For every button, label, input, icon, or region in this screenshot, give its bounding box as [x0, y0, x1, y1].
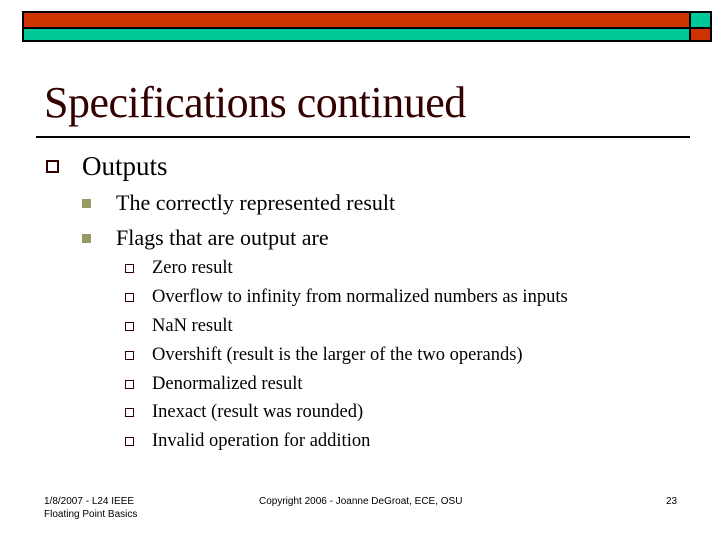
flag-list-item: Zero result — [125, 254, 233, 283]
flag-list-item: NaN result — [125, 312, 233, 341]
hollow-square-bullet-icon — [125, 264, 134, 273]
flag-text: Overshift (result is the larger of the t… — [152, 345, 523, 365]
bullet-item-outputs: Outputs — [46, 150, 168, 182]
hollow-square-bullet-icon — [125, 437, 134, 446]
footer-date-course: 1/8/2007 - L24 IEEE Floating Point Basic… — [44, 495, 137, 521]
page-number: 23 — [666, 496, 678, 507]
title-underline-rule — [36, 136, 690, 138]
flag-text: Denormalized result — [152, 374, 303, 394]
header-bar-teal-segment — [24, 29, 691, 40]
flag-list-item: Denormalized result — [125, 370, 303, 399]
sub-bullet-text: Flags that are output are — [116, 225, 329, 250]
hollow-square-bullet-icon — [125, 408, 134, 417]
sub-bullet-text: The correctly represented result — [116, 190, 396, 215]
flag-list-item: Overflow to infinity from normalized num… — [125, 283, 568, 312]
decorative-header-bar — [22, 11, 712, 42]
filled-square-bullet-icon — [82, 198, 91, 208]
flag-text: Zero result — [152, 258, 233, 278]
hollow-square-bullet-icon — [125, 293, 134, 302]
hollow-square-bullet-icon — [125, 322, 134, 331]
slide-title: Specifications continued — [44, 78, 466, 127]
hollow-square-bullet-icon — [46, 159, 59, 173]
flag-list-item: Inexact (result was rounded) — [125, 398, 363, 427]
filled-square-bullet-icon — [82, 233, 91, 243]
flag-text: Overflow to infinity from normalized num… — [152, 287, 568, 307]
sub-bullet-item: Flags that are output are — [82, 223, 329, 253]
flag-text: Inexact (result was rounded) — [152, 402, 364, 422]
footer-left-line1: 1/8/2007 - L24 IEEE — [44, 496, 135, 507]
footer-copyright: Copyright 2006 - Joanne DeGroat, ECE, OS… — [259, 496, 463, 507]
hollow-square-bullet-icon — [125, 351, 134, 360]
header-bar-teal-square — [691, 13, 710, 29]
flag-text: NaN result — [152, 316, 233, 336]
hollow-square-bullet-icon — [125, 380, 134, 389]
header-bar-red-square — [691, 29, 710, 40]
footer-left-line2: Floating Point Basics — [44, 509, 138, 520]
flag-list-item: Overshift (result is the larger of the t… — [125, 341, 523, 370]
flag-text: Invalid operation for addition — [152, 431, 371, 451]
flag-list-item: Invalid operation for addition — [125, 427, 370, 456]
bullet-text: Outputs — [82, 150, 168, 181]
header-bar-red-segment — [24, 13, 691, 29]
sub-bullet-item: The correctly represented result — [82, 188, 395, 218]
